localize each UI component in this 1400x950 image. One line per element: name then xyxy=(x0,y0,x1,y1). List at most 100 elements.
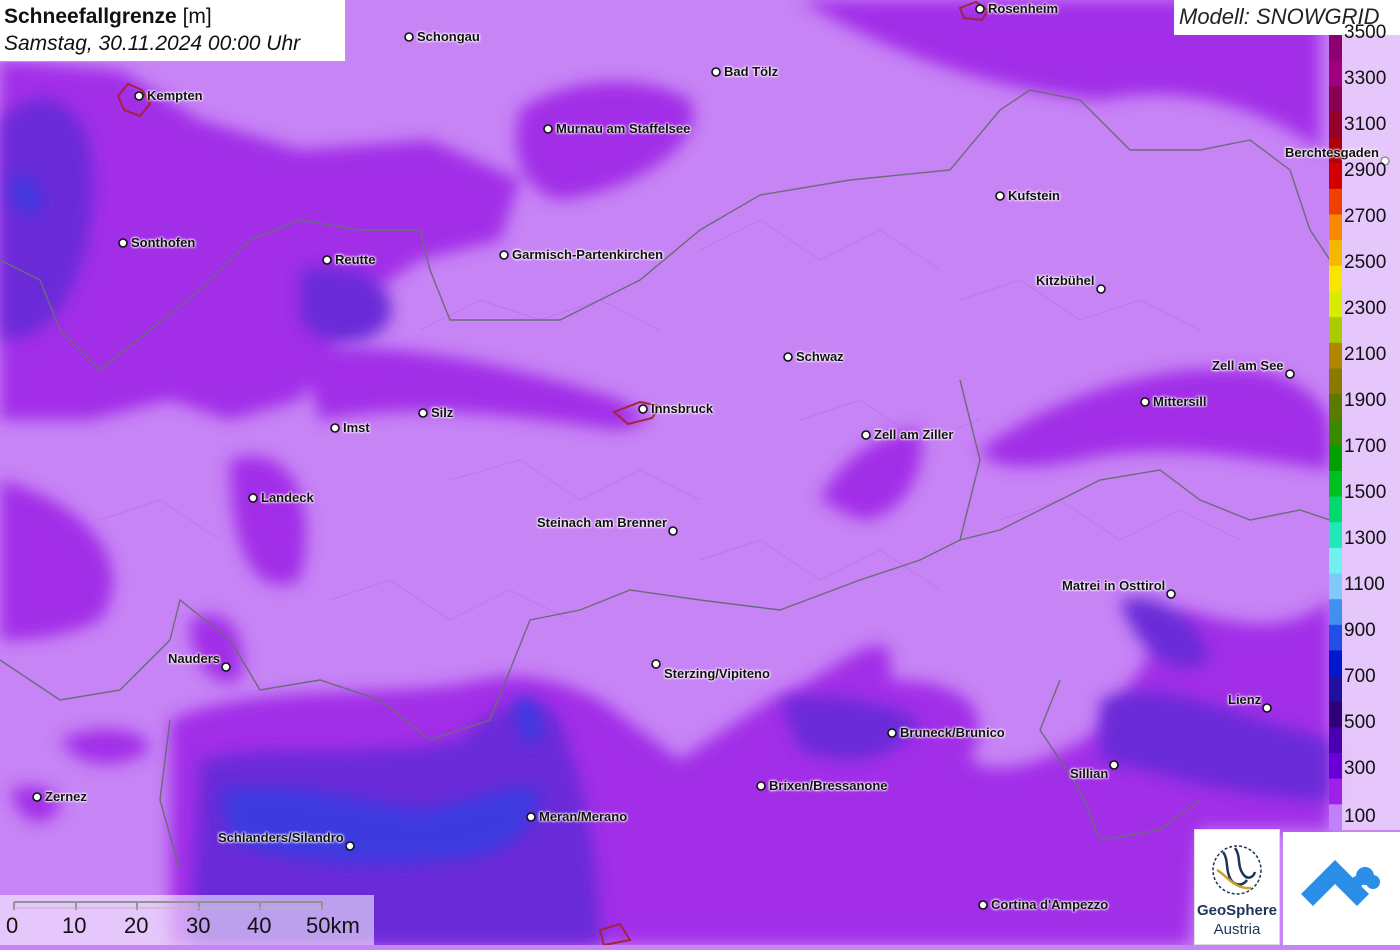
city-label[interactable]: Rosenheim xyxy=(988,1,1058,16)
city-marker xyxy=(404,32,414,42)
legend-color-step xyxy=(1329,342,1342,369)
city-marker xyxy=(322,255,332,265)
legend-color-step xyxy=(1329,727,1342,754)
geosphere-swirl-icon xyxy=(1212,845,1262,895)
city-marker xyxy=(1262,703,1272,713)
city-label[interactable]: Schongau xyxy=(417,29,480,44)
city-marker xyxy=(32,792,42,802)
legend-label: 3100 xyxy=(1344,114,1387,135)
legend-color-step xyxy=(1329,496,1342,523)
city-label[interactable]: Zernez xyxy=(45,789,87,804)
legend-color-step xyxy=(1329,624,1342,652)
city-marker xyxy=(711,67,721,77)
legend-label: 1700 xyxy=(1344,436,1387,457)
legend-color-step xyxy=(1329,599,1342,626)
city-label[interactable]: Reutte xyxy=(335,252,375,267)
scale-label-0: 0 xyxy=(6,913,19,938)
city-marker xyxy=(418,408,428,418)
city-marker xyxy=(221,662,231,672)
scale-bar: 0 10 20 30 40 50km xyxy=(0,895,374,945)
legend-label: 100 xyxy=(1344,806,1376,827)
legend-color-step xyxy=(1329,35,1342,62)
city-label[interactable]: Cortina d'Ampezzo xyxy=(991,897,1108,912)
city-label[interactable]: Zell am See xyxy=(1212,358,1284,373)
city-label[interactable]: Steinach am Brenner xyxy=(537,515,667,530)
legend-label: 900 xyxy=(1344,620,1376,641)
city-label[interactable]: Schlanders/Silandro xyxy=(218,830,344,845)
city-label[interactable]: Zell am Ziller xyxy=(874,427,953,442)
city-label[interactable]: Sonthofen xyxy=(131,235,195,250)
city-label[interactable]: Kitzbühel xyxy=(1036,273,1095,288)
legend-color-step xyxy=(1329,419,1342,446)
legend-color-step xyxy=(1329,368,1342,395)
city-label[interactable]: Landeck xyxy=(261,490,314,505)
city-marker xyxy=(118,238,128,248)
city-marker xyxy=(543,124,553,134)
legend-label: 2900 xyxy=(1344,160,1387,181)
snow-cloud-logo[interactable] xyxy=(1283,832,1400,945)
city-label[interactable]: Kufstein xyxy=(1008,188,1060,203)
legend-color-step xyxy=(1329,522,1342,549)
scale-label-10: 10 xyxy=(62,913,87,938)
legend-color-step xyxy=(1329,317,1342,344)
city-label[interactable]: Mittersill xyxy=(1153,394,1206,409)
city-label[interactable]: Murnau am Staffelsee xyxy=(556,121,690,136)
legend-color-step xyxy=(1329,701,1342,729)
city-label[interactable]: Matrei in Osttirol xyxy=(1062,578,1165,593)
city-marker xyxy=(330,423,340,433)
legend-color-step xyxy=(1329,445,1342,472)
map-title-box: Schneefallgrenze [m] Samstag, 30.11.2024… xyxy=(0,0,346,62)
geosphere-sub: Austria xyxy=(1213,921,1261,938)
legend-label: 700 xyxy=(1344,666,1376,687)
city-marker xyxy=(651,659,661,669)
legend-color-step xyxy=(1329,86,1342,113)
geosphere-name: GeoSphere xyxy=(1196,902,1278,919)
city-marker xyxy=(1166,589,1176,599)
city-label[interactable]: Sterzing/Vipiteno xyxy=(664,666,770,681)
legend-label: 2300 xyxy=(1344,298,1387,319)
city-label[interactable]: Lienz xyxy=(1228,692,1261,707)
city-marker xyxy=(756,781,766,791)
map-title-name: Schneefallgrenze xyxy=(4,5,177,28)
geosphere-austria-logo[interactable]: GeoSphere Austria xyxy=(1194,829,1280,945)
scale-label-40: 40 xyxy=(247,913,272,938)
scale-label-30: 30 xyxy=(186,913,211,938)
legend-color-step xyxy=(1329,394,1342,421)
city-label[interactable]: Silz xyxy=(431,405,453,420)
legend-label: 500 xyxy=(1344,712,1376,733)
scale-label-50km: 50km xyxy=(306,913,360,938)
city-label[interactable]: Innsbruck xyxy=(651,401,713,416)
snowfall-line-map xyxy=(0,0,1400,945)
city-label[interactable]: Kempten xyxy=(147,88,203,103)
city-label[interactable]: Sillian xyxy=(1070,766,1108,781)
legend-color-step xyxy=(1329,470,1342,498)
city-label[interactable]: Imst xyxy=(343,420,370,435)
city-label[interactable]: Garmisch-Partenkirchen xyxy=(512,247,663,262)
city-marker xyxy=(887,728,897,738)
legend-label: 2500 xyxy=(1344,252,1387,273)
city-marker xyxy=(1109,760,1119,770)
city-marker xyxy=(668,526,678,536)
legend-color-step xyxy=(1329,163,1342,190)
city-label[interactable]: Bad Tölz xyxy=(724,64,778,79)
city-marker xyxy=(134,91,144,101)
mountain-cloud-icon xyxy=(1301,860,1380,906)
city-marker xyxy=(978,900,988,910)
legend-color-step xyxy=(1329,240,1342,267)
city-marker xyxy=(526,812,536,822)
city-label[interactable]: Bruneck/Brunico xyxy=(900,725,1005,740)
city-marker xyxy=(1140,397,1150,407)
city-label[interactable]: Nauders xyxy=(168,651,220,666)
city-label[interactable]: Meran/Merano xyxy=(539,809,627,824)
scale-label-20: 20 xyxy=(124,913,149,938)
city-label[interactable]: Brixen/Bressanone xyxy=(769,778,888,793)
legend-color-step xyxy=(1329,573,1342,600)
city-marker xyxy=(345,841,355,851)
legend-color-step xyxy=(1329,778,1342,805)
legend-color-step xyxy=(1329,265,1342,293)
city-label[interactable]: Berchtesgaden xyxy=(1285,145,1379,160)
city-marker xyxy=(638,404,648,414)
legend-color-step xyxy=(1329,547,1342,575)
legend-color-step xyxy=(1329,650,1342,677)
city-label[interactable]: Schwaz xyxy=(796,349,844,364)
